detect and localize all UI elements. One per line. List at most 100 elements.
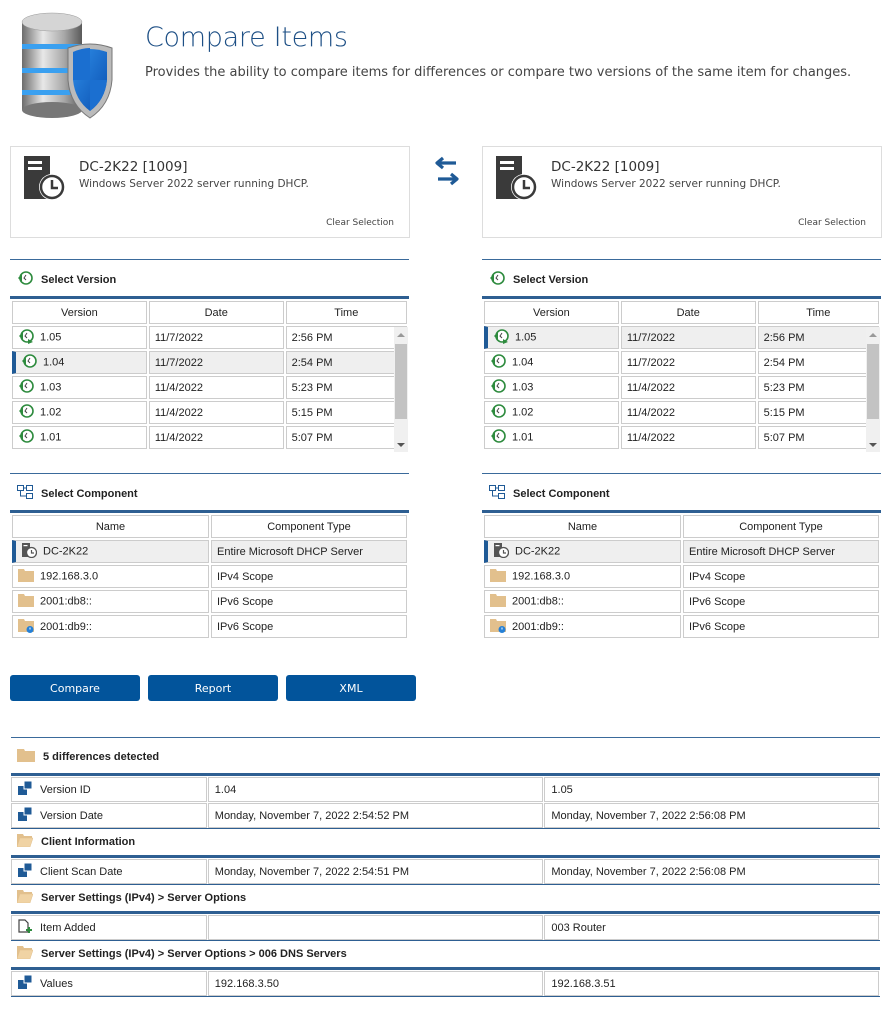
result-label: Client Scan Date xyxy=(40,865,123,878)
component-row[interactable]: 192.168.3.0 IPv4 Scope xyxy=(12,565,407,588)
component-name-cell: 2001:db9:: xyxy=(484,615,681,638)
date-cell: 11/7/2022 xyxy=(620,351,756,374)
column-header-component-type[interactable]: Component Type xyxy=(211,515,407,538)
section-divider xyxy=(10,473,409,474)
version-row[interactable]: 1.04 11/7/2022 2:54 PM xyxy=(12,351,407,374)
version-row[interactable]: 1.03 11/4/2022 5:23 PM xyxy=(12,376,407,399)
left-clear-selection-link[interactable]: Clear Selection xyxy=(326,218,394,228)
component-row[interactable]: 2001:db9:: IPv6 Scope xyxy=(484,615,879,638)
version-scrollbar[interactable] xyxy=(866,327,880,452)
version-row[interactable]: 1.05 11/7/2022 2:56 PM xyxy=(12,326,407,349)
version-row[interactable]: 1.01 11/4/2022 5:07 PM xyxy=(484,426,879,449)
column-header-date[interactable]: Date xyxy=(148,301,284,324)
version-cell: 1.05 xyxy=(484,326,619,349)
result-label-cell: Version ID xyxy=(11,777,207,802)
component-row[interactable]: DC-2K22 Entire Microsoft DHCP Server xyxy=(484,540,879,563)
result-group-title: Client Information xyxy=(41,835,136,848)
component-name: 192.168.3.0 xyxy=(512,570,571,583)
version-cell: 1.01 xyxy=(12,426,147,449)
version-icon xyxy=(490,403,506,422)
scroll-thumb[interactable] xyxy=(867,344,879,419)
version-latest-icon xyxy=(18,328,34,347)
component-name-cell: 192.168.3.0 xyxy=(484,565,681,588)
folder-closed-icon xyxy=(17,748,35,765)
version-cell: 1.03 xyxy=(12,376,147,399)
version-row[interactable]: 1.04 11/7/2022 2:54 PM xyxy=(484,351,879,374)
column-header-version[interactable]: Version xyxy=(484,301,619,324)
scroll-up-arrow[interactable] xyxy=(397,333,405,337)
component-name: 2001:db8:: xyxy=(40,595,92,608)
server-clock-icon xyxy=(21,542,38,561)
results-divider xyxy=(11,737,880,738)
component-row[interactable]: 2001:db9:: IPv6 Scope xyxy=(12,615,407,638)
scroll-down-arrow[interactable] xyxy=(869,443,877,447)
result-right-value: Monday, November 7, 2022 2:56:08 PM xyxy=(544,803,879,828)
version-row[interactable]: 1.05 11/7/2022 2:56 PM xyxy=(484,326,879,349)
version-row[interactable]: 1.03 11/4/2022 5:23 PM xyxy=(484,376,879,399)
date-cell: 11/4/2022 xyxy=(148,376,284,399)
version-cell: 1.03 xyxy=(484,376,619,399)
scroll-down-arrow[interactable] xyxy=(397,443,405,447)
version-row[interactable]: 1.02 11/4/2022 5:15 PM xyxy=(12,401,407,424)
time-cell: 2:54 PM xyxy=(757,351,879,374)
result-row[interactable]: Version ID 1.04 1.05 xyxy=(11,777,880,802)
column-header-name[interactable]: Name xyxy=(12,515,209,538)
result-left-value: Monday, November 7, 2022 2:54:52 PM xyxy=(207,803,544,828)
column-header-version[interactable]: Version xyxy=(12,301,147,324)
right-clear-selection-link[interactable]: Clear Selection xyxy=(798,218,866,228)
version-icon xyxy=(490,428,506,447)
component-name: 2001:db8:: xyxy=(512,595,564,608)
version-value: 1.02 xyxy=(512,406,534,419)
column-header-name[interactable]: Name xyxy=(484,515,681,538)
select-component-title: Select Component xyxy=(41,487,138,500)
column-header-time[interactable]: Time xyxy=(285,301,407,324)
version-row[interactable]: 1.02 11/4/2022 5:15 PM xyxy=(484,401,879,424)
report-button[interactable]: Report xyxy=(148,675,278,701)
section-divider xyxy=(482,473,881,474)
date-cell: 11/7/2022 xyxy=(148,351,284,374)
column-header-date[interactable]: Date xyxy=(620,301,756,324)
version-scrollbar[interactable] xyxy=(394,327,408,452)
scroll-thumb[interactable] xyxy=(395,344,407,419)
left-item-card[interactable]: DC-2K22 [1009] Windows Server 2022 serve… xyxy=(10,146,410,238)
component-row[interactable]: 2001:db8:: IPv6 Scope xyxy=(484,590,879,613)
result-label: Version Date xyxy=(40,809,103,822)
select-component-heading: Select Component xyxy=(17,485,138,502)
version-table: Version Date Time 1.05 11/7/2022 2:56 PM 1.04 1… xyxy=(10,296,409,451)
select-version-heading: Select Version xyxy=(489,270,588,289)
compare-button[interactable]: Compare xyxy=(10,675,140,701)
component-type-cell: IPv6 Scope xyxy=(683,590,879,613)
result-row[interactable]: Version Date Monday, November 7, 2022 2:5… xyxy=(11,803,880,828)
component-type-cell: Entire Microsoft DHCP Server xyxy=(683,540,879,563)
date-cell: 11/4/2022 xyxy=(148,426,284,449)
time-cell: 5:15 PM xyxy=(285,401,407,424)
time-cell: 2:54 PM xyxy=(285,351,407,374)
component-row[interactable]: 192.168.3.0 IPv4 Scope xyxy=(484,565,879,588)
database-shield-logo xyxy=(21,12,113,119)
component-type-cell: IPv6 Scope xyxy=(211,615,407,638)
version-value: 1.01 xyxy=(512,431,534,444)
scroll-up-arrow[interactable] xyxy=(869,333,877,337)
property-icon xyxy=(18,862,33,880)
component-type-cell: Entire Microsoft DHCP Server xyxy=(211,540,407,563)
result-left-value: 192.168.3.50 xyxy=(207,971,544,996)
result-right-value: 192.168.3.51 xyxy=(544,971,879,996)
component-row[interactable]: DC-2K22 Entire Microsoft DHCP Server xyxy=(12,540,407,563)
swap-arrows-icon[interactable] xyxy=(432,155,462,187)
xml-button[interactable]: XML xyxy=(286,675,416,701)
column-header-component-type[interactable]: Component Type xyxy=(683,515,879,538)
component-row[interactable]: 2001:db8:: IPv6 Scope xyxy=(12,590,407,613)
component-type-cell: IPv6 Scope xyxy=(211,590,407,613)
result-right-value: Monday, November 7, 2022 2:56:08 PM xyxy=(544,859,879,884)
component-type-cell: IPv4 Scope xyxy=(211,565,407,588)
version-row[interactable]: 1.01 11/4/2022 5:07 PM xyxy=(12,426,407,449)
result-row[interactable]: Client Scan Date Monday, November 7, 2022… xyxy=(11,859,880,884)
result-label-cell: Item Added xyxy=(11,915,207,940)
right-item-card[interactable]: DC-2K22 [1009] Windows Server 2022 serve… xyxy=(482,146,882,238)
folder-icon xyxy=(490,568,506,585)
result-row[interactable]: Item Added 003 Router xyxy=(11,915,880,940)
result-row[interactable]: Values 192.168.3.50 192.168.3.51 xyxy=(11,971,880,996)
component-table: Name Component Type DC-2K22 Entire Microsof… xyxy=(10,510,409,640)
version-cell: 1.02 xyxy=(12,401,147,424)
column-header-time[interactable]: Time xyxy=(757,301,879,324)
